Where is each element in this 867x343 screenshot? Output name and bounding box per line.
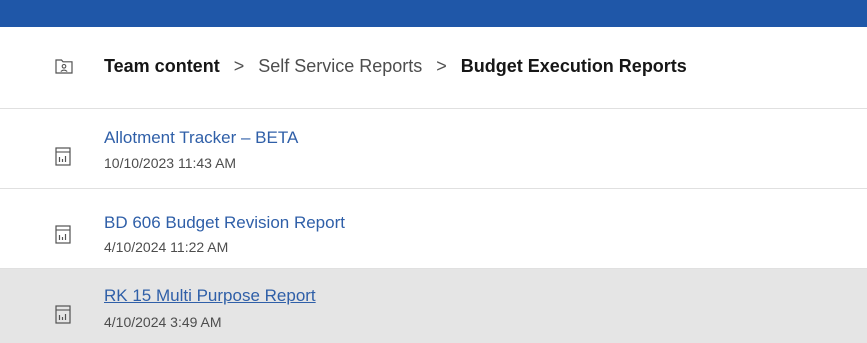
- breadcrumb-item-self-service-reports[interactable]: Self Service Reports: [258, 56, 422, 77]
- top-header-bar: [0, 0, 867, 27]
- breadcrumb: Team content > Self Service Reports > Bu…: [0, 27, 867, 109]
- folder-user-icon: [55, 58, 73, 74]
- breadcrumb-item-budget-execution-reports: Budget Execution Reports: [460, 55, 687, 76]
- report-link[interactable]: BD 606 Budget Revision Report: [104, 213, 345, 233]
- list-item[interactable]: BD 606 Budget Revision Report 4/10/2024 …: [0, 190, 867, 269]
- breadcrumb-item-team-content[interactable]: Team content: [104, 56, 220, 77]
- report-icon: [55, 147, 71, 166]
- breadcrumb-separator: >: [233, 55, 245, 76]
- list-item[interactable]: Allotment Tracker – BETA 10/10/2023 11:4…: [0, 109, 867, 189]
- report-icon: [55, 305, 71, 324]
- modified-date: 10/10/2023 11:43 AM: [104, 155, 237, 171]
- list-item[interactable]: RK 15 Multi Purpose Report 4/10/2024 3:4…: [0, 269, 867, 343]
- breadcrumb-separator: >: [436, 55, 447, 76]
- report-link[interactable]: Allotment Tracker – BETA: [104, 128, 298, 148]
- modified-date: 4/10/2024 11:22 AM: [104, 239, 229, 255]
- breadcrumb-path: Team content > Self Service Reports > Bu…: [104, 54, 687, 78]
- modified-date: 4/10/2024 3:49 AM: [104, 314, 222, 330]
- report-link[interactable]: RK 15 Multi Purpose Report: [104, 286, 316, 306]
- report-icon: [55, 225, 71, 244]
